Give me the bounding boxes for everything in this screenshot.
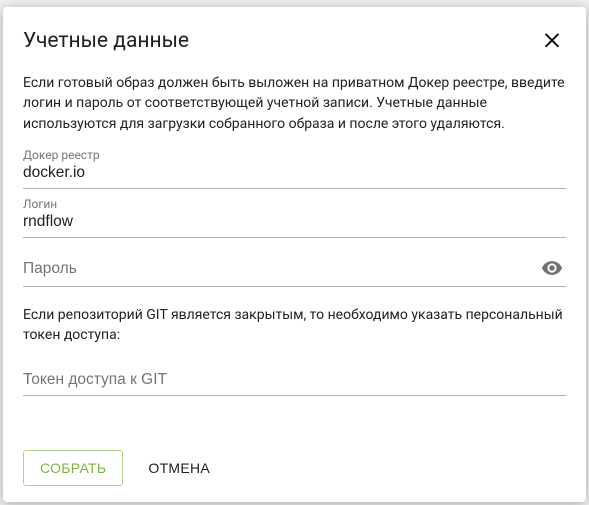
submit-button[interactable]: СОБРАТЬ: [23, 450, 123, 486]
registry-label: Докер реестр: [23, 148, 100, 162]
docker-description: Если готовый образ должен быть выложен н…: [23, 73, 566, 134]
registry-input[interactable]: [23, 162, 566, 188]
git-token-input[interactable]: [23, 369, 566, 395]
git-token-field[interactable]: [23, 359, 566, 396]
login-label: Логин: [23, 197, 57, 211]
cancel-button[interactable]: ОТМЕНА: [131, 450, 227, 486]
dialog-header: Учетные данные: [23, 27, 566, 55]
eye-icon: [541, 257, 563, 283]
credentials-dialog: Учетные данные Если готовый образ должен…: [3, 7, 586, 502]
close-icon: [541, 28, 563, 54]
git-description: Если репозиторий GIT является закрытым, …: [23, 305, 566, 346]
close-button[interactable]: [538, 27, 566, 55]
toggle-password-visibility[interactable]: [538, 256, 566, 284]
password-field[interactable]: [23, 246, 566, 287]
login-input[interactable]: [23, 211, 566, 237]
password-input[interactable]: [23, 258, 538, 284]
dialog-title: Учетные данные: [23, 29, 189, 53]
dialog-actions: СОБРАТЬ ОТМЕНА: [23, 432, 566, 486]
registry-field[interactable]: Докер реестр: [23, 148, 566, 189]
login-field[interactable]: Логин: [23, 197, 566, 238]
